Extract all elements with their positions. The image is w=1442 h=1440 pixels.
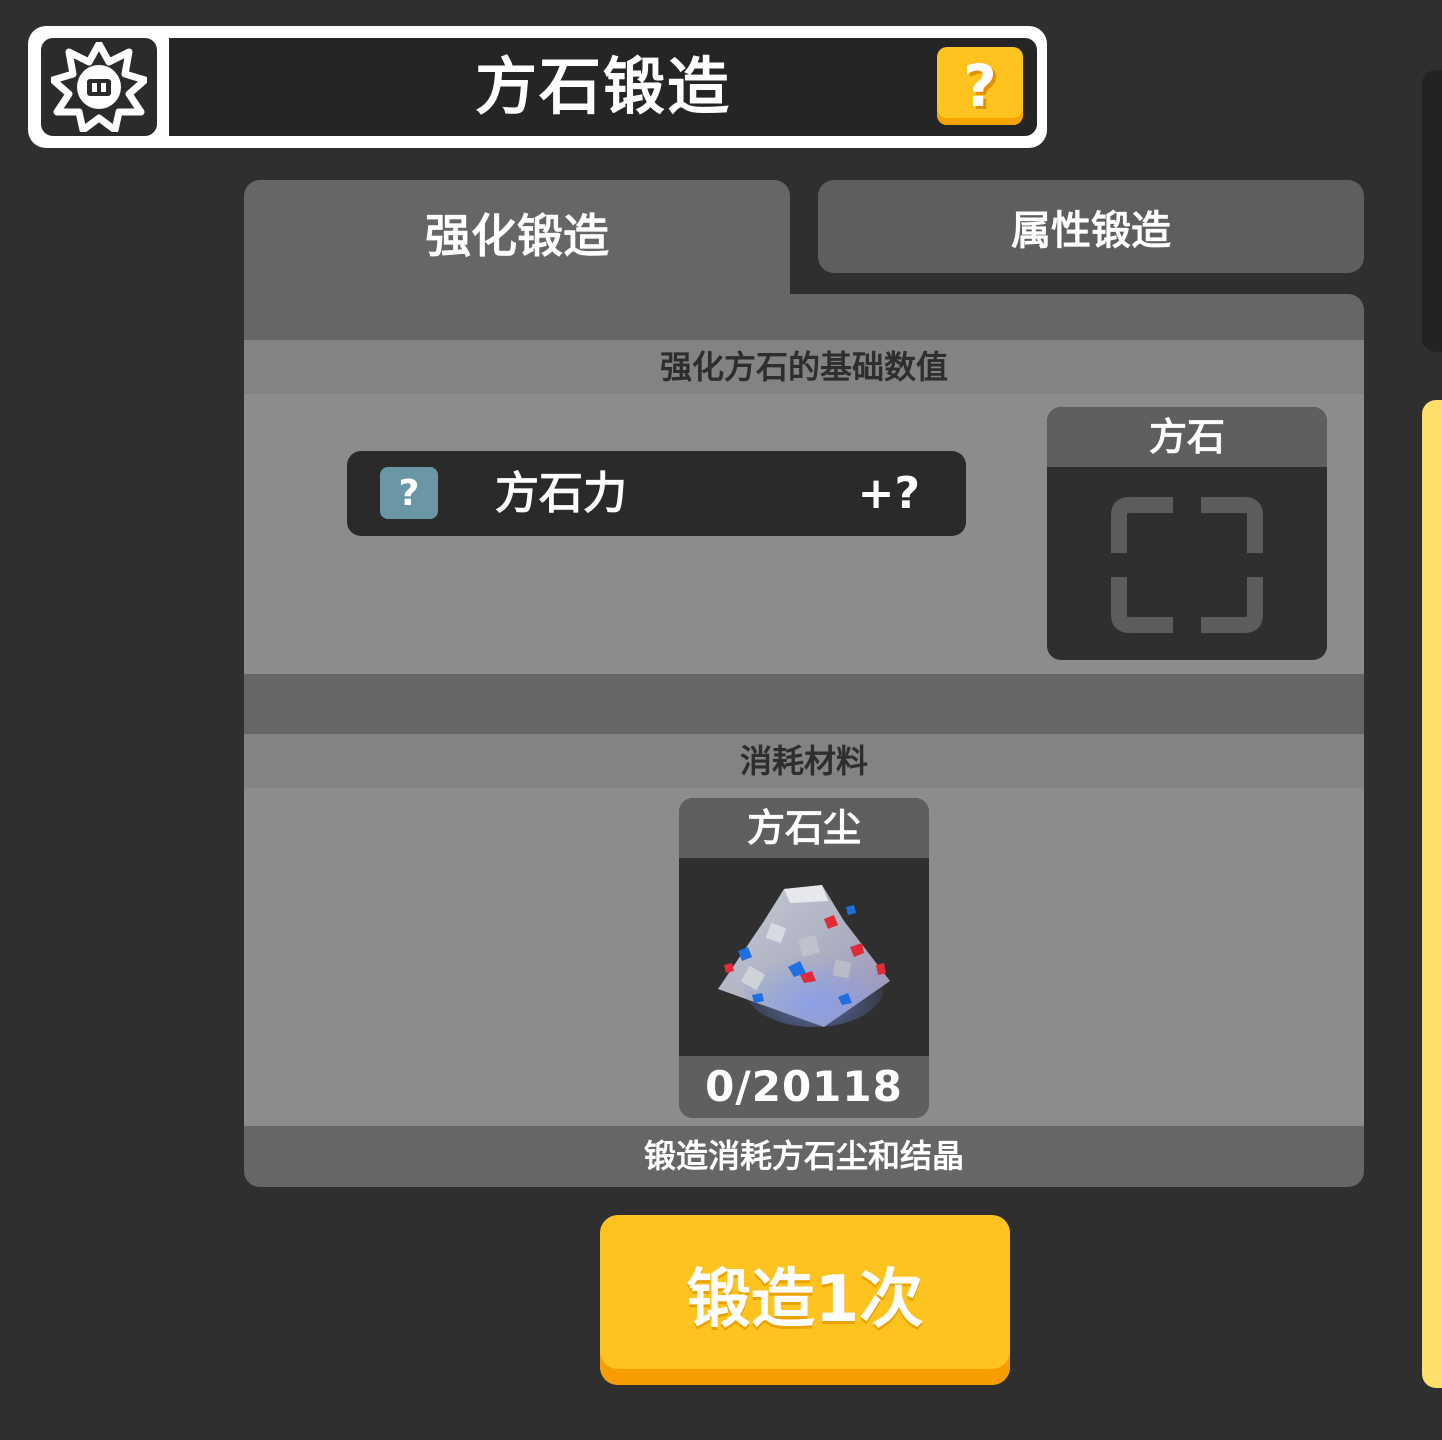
tab-attribute-forge[interactable]: 属性锻造 — [818, 180, 1364, 273]
forge-panel: 强化方石的基础数值 ? 方石力 +? 方石 消耗材料 方石尘 0/20118 锻… — [244, 294, 1364, 1187]
material-count: 0/20118 — [679, 1056, 929, 1118]
tab-label: 属性锻造 — [1011, 207, 1171, 254]
material-image — [679, 858, 929, 1056]
ore-dust-pile-icon — [718, 885, 890, 1027]
stats-section-title: 强化方石的基础数值 — [659, 348, 948, 386]
stat-value: +? — [857, 468, 920, 519]
tab-label: 强化锻造 — [425, 208, 609, 263]
help-button[interactable]: ? — [937, 47, 1023, 125]
empty-slot-frame-icon — [1111, 497, 1263, 633]
stone-slot[interactable]: 方石 — [1047, 407, 1327, 660]
forge-once-button[interactable]: 锻造1次 — [600, 1215, 1010, 1385]
material-item[interactable]: 方石尘 0/20118 — [679, 798, 929, 1118]
material-name: 方石尘 — [679, 798, 929, 858]
gear-icon — [51, 42, 147, 132]
page-title: 方石锻造 — [474, 50, 731, 123]
stat-name: 方石力 — [495, 468, 627, 519]
help-icon: ? — [963, 52, 997, 120]
settings-button[interactable] — [41, 38, 157, 136]
unknown-stat-icon: ? — [380, 467, 438, 519]
stat-row: ? 方石力 +? — [347, 451, 966, 536]
forge-cost-note: 锻造消耗方石尘和结晶 — [643, 1137, 964, 1175]
side-panel-yellow-edge[interactable] — [1422, 400, 1442, 1388]
materials-section-title: 消耗材料 — [739, 742, 868, 780]
tab-enhance-forge[interactable]: 强化锻造 — [244, 180, 790, 295]
side-panel-edge — [1422, 70, 1442, 352]
stone-slot-title: 方石 — [1047, 407, 1327, 467]
page-header: 方石锻造 ? — [28, 26, 1047, 148]
forge-button-label: 锻造1次 — [686, 1263, 924, 1337]
title-bar: 方石锻造 ? — [169, 38, 1037, 136]
